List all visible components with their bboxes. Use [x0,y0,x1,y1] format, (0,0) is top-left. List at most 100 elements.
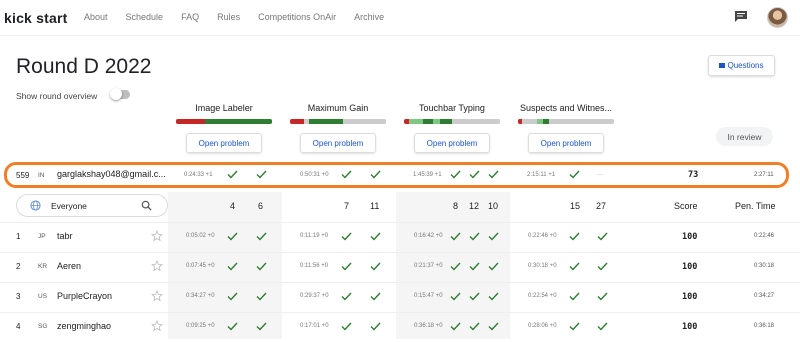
contestant-name[interactable]: tabr [57,231,73,241]
nav-link-about[interactable]: About [84,12,108,22]
nav-link-competitions-onair[interactable]: Competitions OnAir [258,12,336,22]
star-icon[interactable] [151,320,163,332]
table-row: 2 KR Aeren 0:07:45 +0 0:11:56 +0 0:21:37 +0 0:… [0,252,800,282]
penalty-time: 0:22:46 [754,233,775,239]
penalty-time-column-header[interactable]: Pen. Time [735,201,776,211]
country-code: JP [38,233,46,240]
star-icon[interactable] [151,260,163,272]
check-icon [370,292,381,301]
solve-time: 0:16:42 +0 [414,233,443,239]
check-icon [597,232,608,241]
bar-segment [309,119,343,124]
check-icon [569,322,580,331]
total-score: 100 [682,322,698,332]
points-header: 6 [258,201,264,211]
total-score: 100 [682,232,698,242]
check-icon [256,232,267,241]
bar-segment [451,119,500,124]
check-icon [569,292,580,301]
table-row: 3 US PurpleCrayon 0:34:27 +0 0:29:37 +0 0:15:… [0,282,800,312]
check-icon [227,232,238,241]
bar-segment [440,119,452,124]
check-icon [569,170,580,179]
round-overview-toggle[interactable] [110,88,130,100]
total-score: 100 [682,292,698,302]
country-code: US [38,293,48,300]
rank: 4 [16,322,21,331]
open-problem-button[interactable]: Open problem [528,133,604,153]
contestant-name[interactable]: zengminghao [57,321,111,331]
check-icon [488,170,499,179]
solve-time: 0:36:18 +0 [414,323,443,329]
solve-time: 0:09:25 +0 [186,323,215,329]
unsolved-dash: --- [597,172,603,178]
bar-segment [548,119,614,124]
contestant-name[interactable]: garglakshay048@gmail.c... [57,169,166,179]
rank: 559 [16,171,30,180]
check-icon [488,292,499,301]
check-icon [256,262,267,271]
contestant-name[interactable]: Aeren [57,261,81,271]
nav-link-archive[interactable]: Archive [354,12,384,22]
problem-maximum-gain: Maximum Gain Open problem [290,103,386,153]
open-problem-button[interactable]: Open problem [186,133,262,153]
problem-touchbar-typing: Touchbar Typing Open problem [404,103,500,153]
star-icon[interactable] [151,230,163,242]
check-icon [256,170,267,179]
questions-button[interactable]: Questions [708,55,775,76]
check-icon [569,232,580,241]
check-icon [469,232,480,241]
check-icon [370,322,381,331]
solve-time: 0:15:47 +0 [414,293,443,299]
points-header: 12 [469,201,480,211]
check-icon [488,232,499,241]
table-row: 1 JP tabr 0:05:02 +0 0:11:19 +0 0:16:42 +0 0:2… [0,222,800,252]
solve-time: 0:17:01 +0 [300,323,329,329]
points-header: 15 [570,201,581,211]
score-column-header[interactable]: Score [674,201,698,211]
solve-time: 0:50:31 +0 [300,172,329,178]
top-navigation: kick start About Schedule FAQ Rules Comp… [0,0,800,36]
solve-time: 0:05:02 +0 [186,233,215,239]
nav-link-faq[interactable]: FAQ [181,12,199,22]
problem-name: Touchbar Typing [419,103,485,113]
solve-time: 0:24:33 +1 [184,172,213,178]
bar-segment [176,119,205,124]
problem-image-labeler: Image Labeler Open problem [176,103,272,153]
nav-links: About Schedule FAQ Rules Competitions On… [84,12,384,22]
check-icon [469,322,480,331]
solve-time: 0:21:37 +0 [414,263,443,269]
contestant-name[interactable]: PurpleCrayon [57,291,112,301]
star-icon[interactable] [151,290,163,302]
nav-link-rules[interactable]: Rules [217,12,240,22]
penalty-time: 2:27:11 [754,172,774,178]
check-icon [469,292,480,301]
check-icon [597,262,608,271]
problem-stats-bar [404,119,500,124]
problem-name: Image Labeler [195,103,253,113]
check-icon [227,262,238,271]
nav-link-schedule[interactable]: Schedule [126,12,164,22]
chat-icon[interactable] [735,11,747,22]
my-row-content: 559 IN garglakshay048@gmail.c... 0:24:33… [0,162,800,192]
logo[interactable]: kick start [4,10,67,26]
solve-time: 0:34:27 +0 [186,293,215,299]
problem-stats-bar [518,119,614,124]
check-icon [488,322,499,331]
open-problem-button[interactable]: Open problem [414,133,490,153]
bar-segment [432,119,441,124]
problem-stats-bar [176,119,272,124]
check-icon [450,170,461,179]
rank: 2 [16,262,21,271]
check-icon [341,292,352,301]
avatar[interactable] [767,7,788,28]
open-problem-button[interactable]: Open problem [300,133,376,153]
solve-time: 0:11:56 +0 [300,263,329,269]
solve-time: 0:30:18 +0 [528,263,557,269]
penalty-time: 0:30:18 [754,263,775,269]
check-icon [370,170,381,179]
check-icon [450,322,461,331]
check-icon [341,170,352,179]
check-icon [370,232,381,241]
check-icon [341,232,352,241]
